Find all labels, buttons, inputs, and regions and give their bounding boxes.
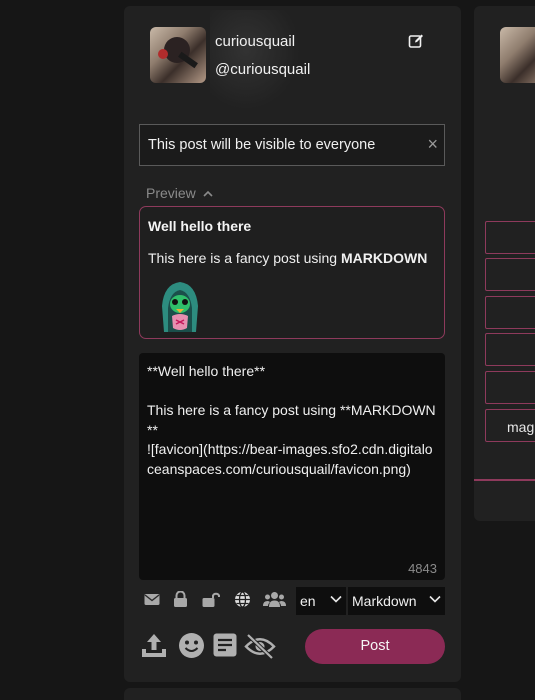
side-avatar[interactable] — [500, 27, 535, 83]
format-value: Markdown — [352, 593, 417, 609]
users-icon[interactable] — [263, 591, 286, 608]
chevron-up-icon — [203, 190, 213, 197]
preview-toggle[interactable]: Preview — [146, 185, 213, 201]
preview-body: This here is a fancy post using MARKDOWN — [148, 250, 427, 266]
character-count: 4843 — [408, 561, 437, 576]
post-preview: Well hello there This here is a fancy po… — [139, 206, 445, 339]
eye-slash-icon[interactable] — [243, 633, 277, 660]
unlock-icon[interactable] — [202, 591, 220, 608]
visibility-notice: This post will be visible to everyone × — [139, 124, 445, 166]
format-select[interactable]: Markdown — [348, 587, 445, 615]
side-option-5[interactable] — [485, 371, 535, 404]
visibility-text: This post will be visible to everyone — [148, 137, 376, 153]
avatar[interactable] — [150, 27, 206, 83]
post-list-icon[interactable] — [213, 633, 237, 657]
side-option-3[interactable] — [485, 296, 535, 329]
chevron-down-icon — [330, 595, 342, 603]
close-icon[interactable]: × — [427, 134, 438, 155]
emoji-icon[interactable] — [178, 632, 205, 659]
edit-icon[interactable] — [408, 33, 424, 49]
post-button[interactable]: Post — [305, 629, 445, 664]
editor-content[interactable]: **Well hello there** This here is a fanc… — [147, 362, 439, 479]
envelope-icon[interactable] — [144, 593, 160, 607]
side-option-4[interactable] — [485, 333, 535, 366]
favicon-image — [162, 282, 198, 332]
preview-body-bold: MARKDOWN — [341, 250, 428, 266]
chevron-down-icon — [429, 595, 441, 603]
next-panel-edge — [124, 688, 461, 700]
upload-icon[interactable] — [141, 632, 167, 659]
side-option-label: mag — [507, 419, 535, 435]
username: curiousquail — [215, 33, 296, 50]
globe-icon[interactable] — [234, 591, 251, 608]
side-option-6[interactable]: mag — [485, 409, 535, 442]
header-background — [210, 10, 300, 110]
side-option-1[interactable] — [485, 221, 535, 254]
side-option-2[interactable] — [485, 258, 535, 291]
user-handle: @curiousquail — [215, 61, 311, 78]
side-divider — [474, 479, 535, 481]
lock-icon[interactable] — [173, 591, 188, 608]
preview-title: Well hello there — [148, 218, 252, 234]
preview-body-text: This here is a fancy post using — [148, 250, 341, 266]
preview-label: Preview — [146, 185, 196, 201]
language-value: en — [300, 593, 316, 609]
language-select[interactable]: en — [296, 587, 346, 615]
post-editor[interactable]: **Well hello there** This here is a fanc… — [139, 353, 445, 580]
